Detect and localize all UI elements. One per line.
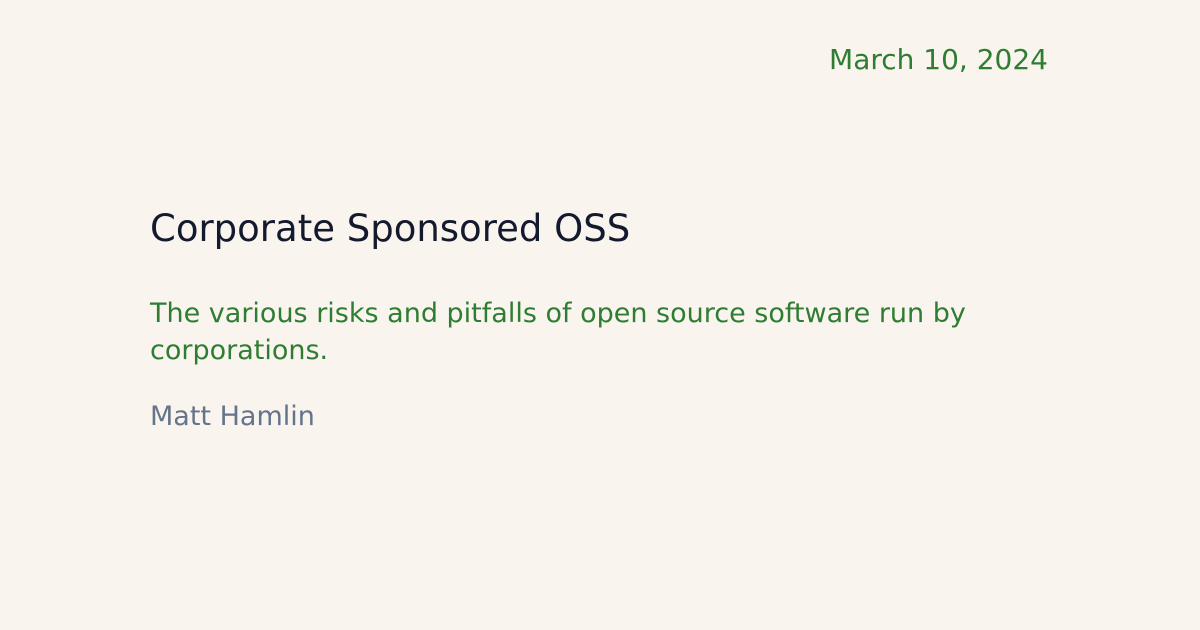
post-date: March 10, 2024	[829, 43, 1048, 76]
post-author: Matt Hamlin	[150, 401, 315, 432]
post-title: Corporate Sponsored OSS	[150, 207, 631, 250]
post-description: The various risks and pitfalls of open s…	[150, 298, 966, 366]
social-card: March 10, 2024 Corporate Sponsored OSS T…	[0, 0, 1200, 630]
post-content: Corporate Sponsored OSS The various risk…	[150, 205, 1010, 435]
